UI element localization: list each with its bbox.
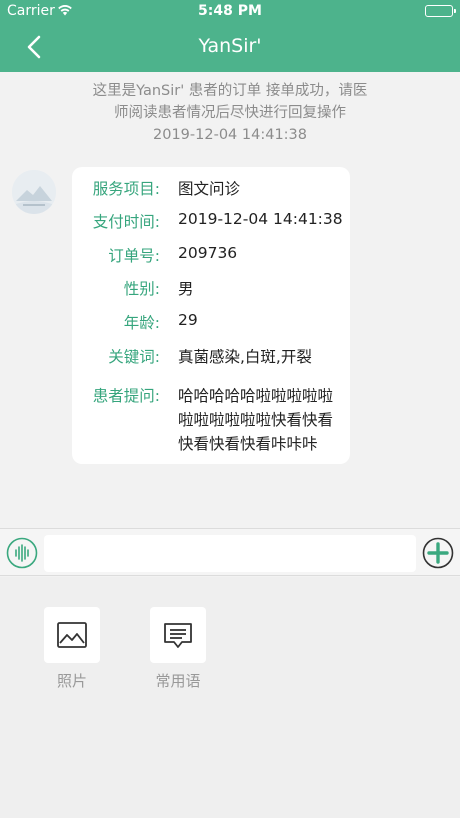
battery-icon bbox=[425, 5, 456, 17]
notice-time: 2019-12-04 14:41:38 bbox=[153, 127, 307, 143]
photo-button[interactable] bbox=[44, 607, 100, 663]
plus-circle-icon bbox=[422, 537, 454, 569]
order-notice: 这里是YanSir' 患者的订单 接单成功，请医 师阅读患者情况后尽快进行回复操… bbox=[70, 80, 390, 146]
message-icon bbox=[164, 623, 192, 648]
avatar[interactable] bbox=[12, 170, 56, 214]
page-title: YanSir' bbox=[198, 35, 262, 57]
common-phrases-button[interactable] bbox=[150, 607, 206, 663]
notice-line-2: 师阅读患者情况后尽快进行回复操作 bbox=[114, 105, 346, 121]
notice-line-1: 这里是YanSir' 患者的订单 接单成功，请医 bbox=[92, 83, 368, 99]
message-input[interactable] bbox=[44, 535, 416, 572]
service-label: 服务项目: bbox=[92, 180, 160, 198]
order-number-value: 209736 bbox=[178, 244, 238, 262]
chat-input-bar bbox=[0, 528, 460, 576]
mountain-logo-icon bbox=[12, 170, 56, 214]
keywords-value: 真菌感染,白斑,开裂 bbox=[178, 348, 312, 366]
order-number-label: 订单号: bbox=[108, 247, 160, 265]
voice-button[interactable] bbox=[6, 537, 38, 569]
age-value: 29 bbox=[178, 311, 198, 329]
extension-panel: 照片 常用语 bbox=[0, 577, 460, 818]
voice-wave-icon bbox=[6, 537, 38, 569]
gender-label: 性别: bbox=[123, 280, 160, 298]
nav-bar: YanSir' bbox=[0, 22, 460, 72]
pay-time-label: 支付时间: bbox=[92, 213, 160, 231]
keywords-label: 关键词: bbox=[108, 348, 160, 366]
age-label: 年龄: bbox=[123, 314, 160, 332]
service-value: 图文问诊 bbox=[178, 180, 241, 198]
image-icon bbox=[57, 622, 87, 648]
common-phrases-label: 常用语 bbox=[155, 672, 201, 690]
status-time: 5:48 PM bbox=[198, 3, 262, 19]
question-label: 患者提问: bbox=[92, 387, 160, 405]
pay-time-value: 2019-12-04 14:41:38 bbox=[178, 210, 343, 228]
photo-label: 照片 bbox=[56, 672, 87, 690]
status-bar: Carrier 5:48 PM bbox=[0, 0, 460, 22]
question-value: 哈哈哈哈哈啦啦啦啦啦啦啦啦啦啦啦快看快看快看快看快看咔咔咔 bbox=[178, 387, 334, 453]
gender-value: 男 bbox=[178, 280, 194, 298]
more-options-button[interactable] bbox=[422, 537, 454, 569]
